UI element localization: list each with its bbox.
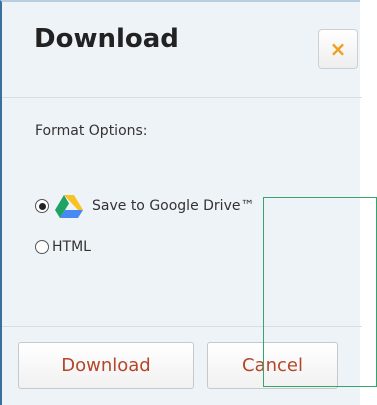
option-google-drive[interactable]: Save to Google Drive™: [35, 194, 254, 218]
header-divider: [2, 97, 362, 98]
close-icon: ×: [329, 37, 347, 61]
close-button[interactable]: ×: [318, 29, 358, 69]
download-button[interactable]: Download: [18, 342, 194, 389]
option-html[interactable]: HTML: [35, 239, 91, 255]
html-label: HTML: [52, 239, 91, 255]
dialog-title: Download: [34, 24, 179, 54]
google-drive-label: Save to Google Drive™: [92, 198, 255, 214]
format-options-label: Format Options:: [35, 123, 148, 139]
google-drive-icon: [55, 195, 83, 218]
html-radio[interactable]: [35, 240, 49, 254]
google-drive-radio[interactable]: [35, 199, 49, 213]
tooltip-outline: [263, 197, 377, 387]
